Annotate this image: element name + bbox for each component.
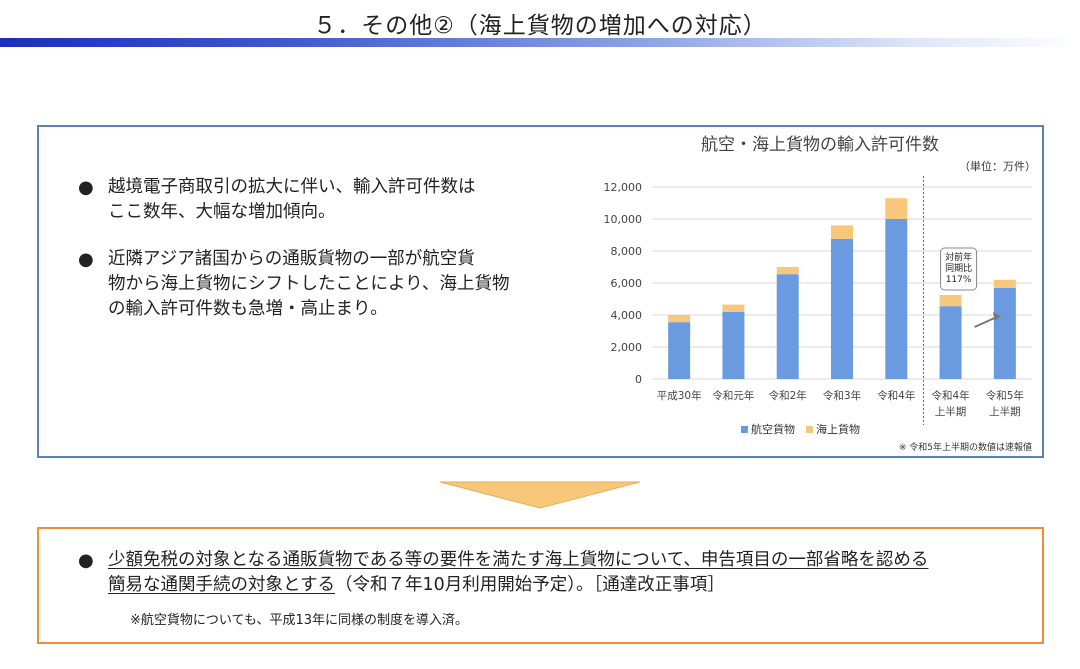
bar-sea-cargo xyxy=(993,279,1016,288)
y-tick-label: 6,000 xyxy=(611,277,643,290)
x-tick-label: 令和4年 xyxy=(931,389,969,402)
x-tick-label: 上半期 xyxy=(989,405,1021,418)
bar-sea-cargo xyxy=(776,267,799,275)
y-tick-label: 0 xyxy=(635,373,642,386)
y-tick-label: 2,000 xyxy=(611,341,643,354)
bar-sea-cargo xyxy=(939,295,962,307)
bottom-bullet-text: 少額免税の対象となる通販貨物である等の要件を満たす海上貨物について、申告項目の一… xyxy=(108,548,928,598)
bullet-dot: ● xyxy=(78,550,94,571)
x-tick-label: 令和元年 xyxy=(712,389,754,402)
annotation-line: 同期比 xyxy=(945,262,972,274)
chart-footnote: ※ 令和5年上半期の数値は速報値 xyxy=(899,441,1032,453)
bar-sea-cargo xyxy=(831,225,853,239)
x-tick-label: 令和3年 xyxy=(823,389,861,402)
x-tick-label: 平成30年 xyxy=(657,389,702,402)
chart-title: 航空・海上貨物の輸入許可件数 xyxy=(701,135,939,155)
x-tick-label: 令和4年 xyxy=(877,389,915,402)
bar-sea-cargo xyxy=(668,315,691,323)
underlined-text: 簡易な通関手続の対象とする xyxy=(108,575,335,595)
underlined-text: 少額免税の対象となる通販貨物である等の要件を満たす海上貨物について、申告項目の一… xyxy=(108,550,929,570)
x-tick-label: 令和2年 xyxy=(769,389,807,402)
y-tick-label: 8,000 xyxy=(611,245,643,258)
bar-air-cargo xyxy=(776,274,799,379)
bar-sea-cargo xyxy=(722,304,745,312)
down-arrow xyxy=(440,481,640,509)
x-tick-label: 令和5年 xyxy=(986,389,1024,402)
annotation-line: 117% xyxy=(946,275,972,285)
chart-unit-label: （単位：万件） xyxy=(959,159,1036,173)
legend-swatch-sea xyxy=(806,426,813,433)
y-tick-label: 10,000 xyxy=(604,213,643,226)
y-tick-label: 12,000 xyxy=(604,181,643,194)
down-arrow-shape xyxy=(440,481,640,509)
bar-air-cargo xyxy=(722,311,745,379)
bar-air-cargo xyxy=(668,322,691,379)
y-tick-label: 4,000 xyxy=(611,309,643,322)
legend-label-sea: 海上貨物 xyxy=(816,422,860,436)
bar-air-cargo xyxy=(831,239,853,379)
bottom-note: ※航空貨物についても、平成13年に同様の制度を導入済。 xyxy=(130,613,469,628)
annotation-arrow xyxy=(974,316,998,328)
bottom-bullet: ● 少額免税の対象となる通販貨物である等の要件を満たす海上貨物について、申告項目… xyxy=(78,548,1028,598)
legend-swatch-air xyxy=(741,426,748,433)
x-tick-label: 上半期 xyxy=(935,405,967,418)
chart-legend: 航空貨物 海上貨物 xyxy=(741,422,860,436)
legend-label-air: 航空貨物 xyxy=(751,422,795,436)
bar-sea-cargo xyxy=(885,198,908,219)
bar-air-cargo xyxy=(939,306,962,379)
bullet-text-rest: （令和７年10月利用開始予定）。［通達改正事項］ xyxy=(334,575,725,595)
bar-air-cargo xyxy=(885,219,908,379)
annotation-line: 対前年 xyxy=(945,251,972,263)
bar-air-cargo xyxy=(993,287,1016,379)
